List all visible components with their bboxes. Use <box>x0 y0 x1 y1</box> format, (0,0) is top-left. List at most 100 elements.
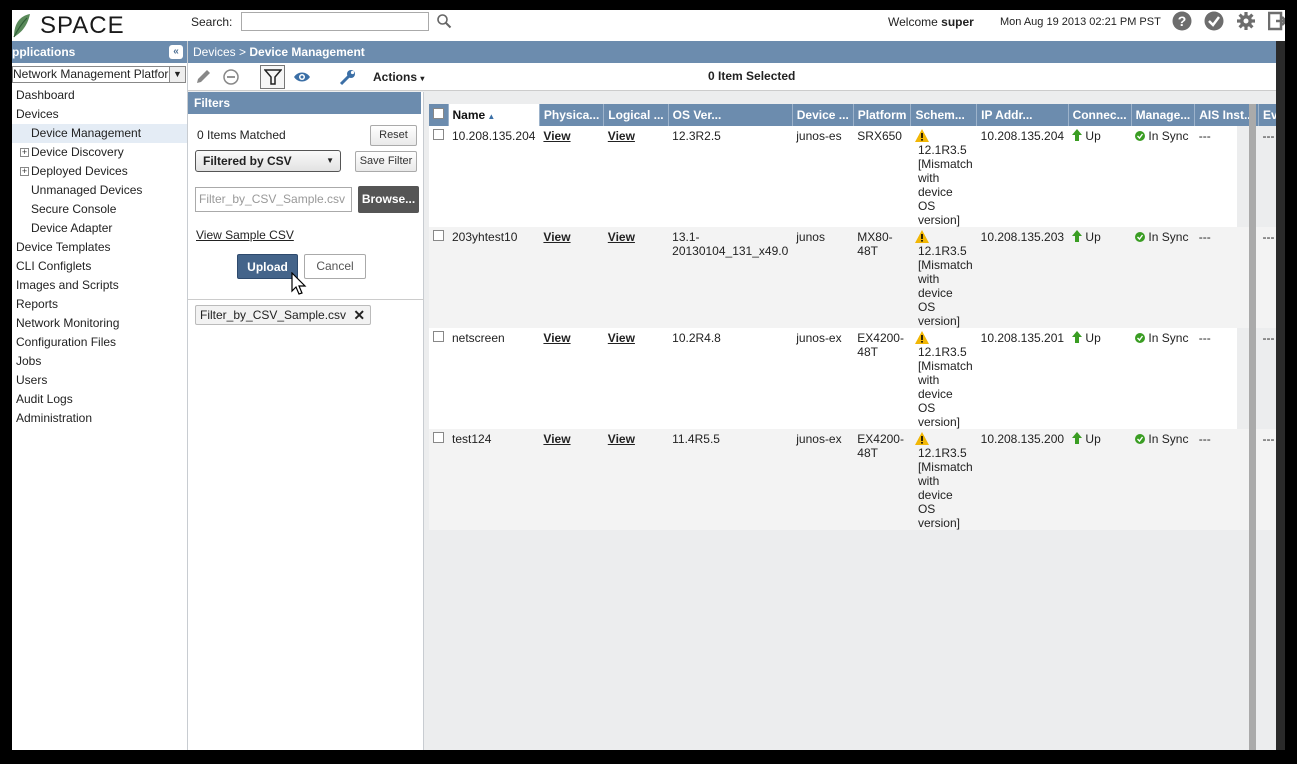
table-row[interactable]: test124 View View 11.4R5.5 junos-ex EX4200-48… <box>429 429 1285 530</box>
column-header-label: Schem... <box>915 108 965 122</box>
cell-device: junos-ex <box>792 328 853 429</box>
cell-physical[interactable]: View <box>539 227 604 328</box>
sidebar-item-devices[interactable]: Devices <box>12 105 187 124</box>
column-header-4[interactable]: OS Ver... <box>668 104 793 126</box>
cell-logical[interactable]: View <box>603 227 669 328</box>
collapse-icon[interactable]: « <box>169 45 183 59</box>
cell-name: netscreen <box>448 328 539 429</box>
cell-logical[interactable]: View <box>604 328 668 429</box>
select-all-header[interactable] <box>429 104 449 126</box>
close-icon[interactable]: ✕ <box>353 306 365 324</box>
applications-sidebar: pplications « Network Management Platfor… <box>12 41 188 750</box>
column-header-10[interactable]: Manage... <box>1131 104 1196 126</box>
row-checkbox[interactable] <box>433 230 444 241</box>
cell-text: Up <box>1085 230 1101 244</box>
csv-file-input[interactable]: Filter_by_CSV_Sample.csv <box>195 187 352 212</box>
gear-icon[interactable] <box>1236 11 1256 31</box>
sidebar-item-device-adapter[interactable]: Device Adapter <box>12 219 187 238</box>
platform-select[interactable]: Network Management Platform ▼ <box>12 66 186 83</box>
column-header-7[interactable]: Schem... <box>910 104 978 126</box>
column-header-3[interactable]: Logical ... <box>603 104 669 126</box>
row-checkbox[interactable] <box>433 129 444 140</box>
wrench-icon[interactable] <box>339 68 357 86</box>
cell-conn: Up <box>1068 126 1131 227</box>
column-header-9[interactable]: Connec... <box>1068 104 1132 126</box>
view-sample-csv-link[interactable]: View Sample CSV <box>196 228 294 242</box>
cell-logical[interactable]: View <box>603 429 669 530</box>
warning-icon <box>914 331 929 344</box>
sidebar-item-dashboard[interactable]: Dashboard <box>12 86 187 105</box>
chevron-down-icon: ▼ <box>326 156 334 165</box>
sidebar-item-users[interactable]: Users <box>12 371 187 390</box>
device-table: Name ▲ Physica... Logical ... OS Ver... Devi… <box>429 104 1285 530</box>
reset-button[interactable]: Reset <box>370 125 417 146</box>
column-header-label: Connec... <box>1072 108 1127 122</box>
filter-toggle-button[interactable] <box>260 65 285 89</box>
cell-text: --- <box>1262 129 1275 143</box>
remove-icon[interactable] <box>222 68 240 86</box>
sidebar-item-device-management[interactable]: Device Management <box>12 124 187 143</box>
row-checkbox[interactable] <box>433 331 444 342</box>
cell-text: In Sync <box>1148 129 1189 143</box>
cell-physical[interactable]: View <box>539 126 603 227</box>
cell-device: junos-ex <box>792 429 854 530</box>
sidebar-item-reports[interactable]: Reports <box>12 295 187 314</box>
sidebar-item-deployed-devices[interactable]: + Deployed Devices <box>12 162 187 181</box>
sidebar-item-administration[interactable]: Administration <box>12 409 187 428</box>
column-header-8[interactable]: IP Addr... <box>976 104 1069 126</box>
row-checkbox[interactable] <box>433 432 444 443</box>
cell-logical[interactable]: View <box>604 126 668 227</box>
cell-text: 12.3R2.5 <box>672 129 721 143</box>
sidebar-item-cli-configlets[interactable]: CLI Configlets <box>12 257 187 276</box>
cell-ip: 10.208.135.204 <box>977 126 1068 227</box>
sidebar-item-device-templates[interactable]: Device Templates <box>12 238 187 257</box>
cell-text: View <box>543 129 571 143</box>
cell-conn: Up <box>1068 227 1132 328</box>
cell-manage: In Sync <box>1131 429 1195 530</box>
expand-icon[interactable]: + <box>20 167 29 177</box>
cell-text: EX4200-48T <box>857 331 904 359</box>
in-sync-icon <box>1135 131 1146 141</box>
edit-icon[interactable] <box>194 68 212 86</box>
sidebar-item-device-discovery[interactable]: + Device Discovery <box>12 143 187 162</box>
vertical-scrollbar[interactable] <box>1249 104 1256 750</box>
table-row[interactable]: netscreen View View 10.2R4.8 junos-ex EX4200-… <box>429 328 1285 429</box>
sidebar-item-jobs[interactable]: Jobs <box>12 352 187 371</box>
search-icon[interactable] <box>436 13 452 29</box>
actions-menu-button[interactable]: Actions ▾ <box>373 70 424 84</box>
cancel-button[interactable]: Cancel <box>304 254 366 279</box>
column-header-label: Platform <box>857 108 907 122</box>
sidebar-item-unmanaged-devices[interactable]: Unmanaged Devices <box>12 181 187 200</box>
help-icon[interactable]: ? <box>1172 11 1192 31</box>
in-sync-icon <box>1135 434 1146 444</box>
table-row[interactable]: 203yhtest10 View View 13.1-20130104_131_x49… <box>429 227 1285 328</box>
save-filter-button[interactable]: Save Filter <box>355 151 417 172</box>
cell-conn: Up <box>1068 429 1132 530</box>
column-header-1[interactable]: Name ▲ <box>448 104 540 126</box>
filter-type-select[interactable]: Filtered by CSV ▼ <box>195 150 341 172</box>
check-icon[interactable] <box>1204 11 1224 31</box>
search-input[interactable] <box>241 12 429 31</box>
sidebar-item-secure-console[interactable]: Secure Console <box>12 200 187 219</box>
sidebar-item-configuration-files[interactable]: Configuration Files <box>12 333 187 352</box>
table-row[interactable]: 10.208.135.204 View View 12.3R2.5 junos-es SR… <box>429 126 1285 227</box>
breadcrumb-parent[interactable]: Devices <box>193 45 236 59</box>
cell-physical[interactable]: View <box>539 328 603 429</box>
device-grid: Name ▲ Physica... Logical ... OS Ver... Devi… <box>429 92 1285 750</box>
column-header-2[interactable]: Physica... <box>539 104 605 126</box>
browse-button[interactable]: Browse... <box>358 186 419 213</box>
view-eye-icon[interactable] <box>293 68 311 86</box>
cell-text: --- <box>1262 331 1275 345</box>
sidebar-item-audit-logs[interactable]: Audit Logs <box>12 390 187 409</box>
select-all-checkbox[interactable] <box>433 108 444 119</box>
column-header-6[interactable]: Platform <box>853 104 912 126</box>
sidebar-item-network-monitoring[interactable]: Network Monitoring <box>12 314 187 333</box>
column-header-5[interactable]: Device ... <box>792 104 854 126</box>
sidebar-item-label: Network Monitoring <box>16 316 120 330</box>
logout-icon[interactable] <box>1268 11 1285 31</box>
upload-button[interactable]: Upload <box>237 254 298 279</box>
sidebar-item-images-and-scripts[interactable]: Images and Scripts <box>12 276 187 295</box>
expand-icon[interactable]: + <box>20 148 29 158</box>
leaf-icon <box>13 14 30 38</box>
cell-physical[interactable]: View <box>539 429 604 530</box>
